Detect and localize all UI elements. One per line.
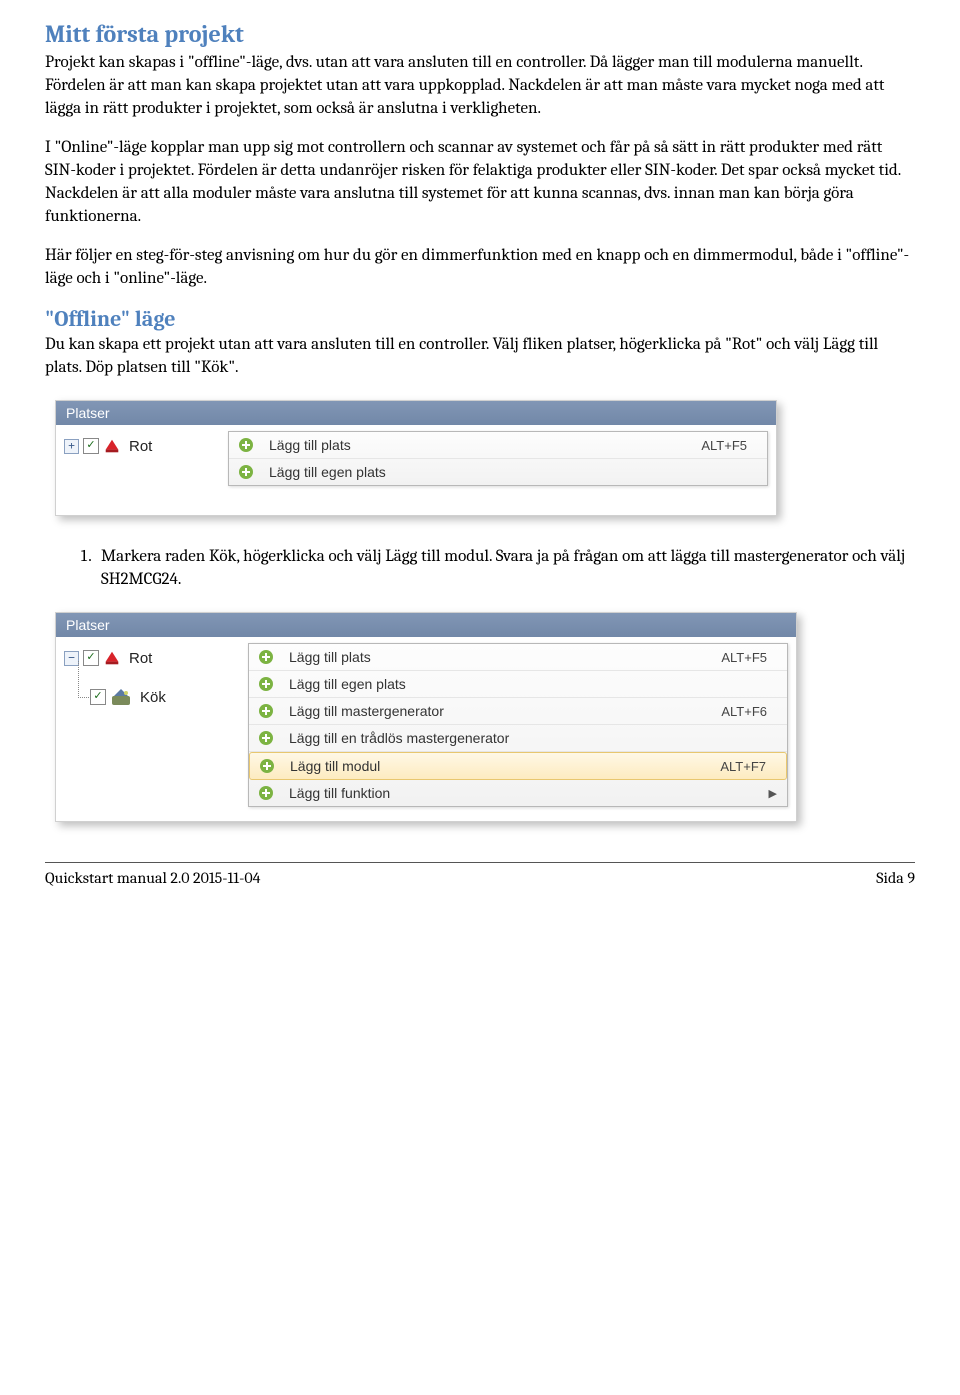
menu-label: Lägg till modul	[290, 758, 720, 774]
menu-label: Lägg till funktion	[289, 785, 769, 801]
footer-right: Sida 9	[876, 869, 915, 887]
panel-title: Platser	[56, 401, 776, 425]
checkbox[interactable]: ✓	[90, 689, 106, 705]
menu-item[interactable]: Lägg till modulALT+F7	[249, 752, 787, 780]
menu-label: Lägg till plats	[289, 649, 721, 665]
menu-label: Lägg till egen plats	[289, 676, 777, 692]
menu-shortcut: ALT+F5	[701, 438, 757, 453]
menu-item[interactable]: Lägg till en trådlös mastergenerator	[249, 725, 787, 752]
add-icon	[237, 463, 255, 481]
submenu-arrow-icon: ▶	[769, 787, 777, 800]
heading-first-project: Mitt första projekt	[45, 20, 915, 48]
add-icon	[257, 675, 275, 693]
heading-offline: "Offline" läge	[45, 306, 915, 332]
tree-label-root: Rot	[125, 438, 152, 455]
add-icon	[258, 757, 276, 775]
paragraph-intro: Projekt kan skapas i "offline"-läge, dvs…	[45, 52, 915, 121]
menu-item[interactable]: Lägg till platsALT+F5	[249, 644, 787, 671]
menu-label: Lägg till mastergenerator	[289, 703, 721, 719]
context-menu: Lägg till platsALT+F5 Lägg till egen plat…	[248, 643, 788, 807]
checkbox[interactable]: ✓	[83, 438, 99, 454]
add-icon	[257, 729, 275, 747]
footer-left: Quickstart manual 2.0 2015-11-04	[45, 869, 261, 887]
add-icon	[237, 436, 255, 454]
paragraph-guide: Här följer en steg-för-steg anvisning om…	[45, 245, 915, 291]
root-icon	[103, 437, 121, 455]
paragraph-offline-instructions: Du kan skapa ett projekt utan att vara a…	[45, 334, 915, 380]
menu-shortcut: ALT+F6	[721, 704, 777, 719]
menu-item[interactable]: Lägg till egen plats	[249, 671, 787, 698]
menu-item-add-place[interactable]: Lägg till plats ALT+F5	[229, 432, 767, 459]
step-1: Markera raden Kök, högerklicka och välj …	[95, 546, 915, 592]
paragraph-online: I "Online"-läge kopplar man upp sig mot …	[45, 137, 915, 229]
expand-icon[interactable]: +	[64, 439, 79, 454]
place-icon	[110, 686, 132, 708]
collapse-icon[interactable]: −	[64, 651, 79, 666]
screenshot-platser-root: Platser + ✓ Rot Lä	[55, 400, 777, 516]
menu-item[interactable]: Lägg till funktion▶	[249, 780, 787, 806]
menu-shortcut: ALT+F7	[720, 759, 776, 774]
screenshot-platser-kok: Platser − ✓ Rot ✓	[55, 612, 797, 822]
add-icon	[257, 702, 275, 720]
panel-title: Platser	[56, 613, 796, 637]
menu-label: Lägg till en trådlös mastergenerator	[289, 730, 777, 746]
menu-label: Lägg till egen plats	[269, 464, 747, 480]
menu-item[interactable]: Lägg till mastergeneratorALT+F6	[249, 698, 787, 725]
menu-label: Lägg till plats	[269, 437, 701, 453]
add-icon	[257, 784, 275, 802]
tree-row-kok[interactable]: ✓ Kök	[90, 684, 234, 710]
add-icon	[257, 648, 275, 666]
menu-shortcut: ALT+F5	[721, 650, 777, 665]
context-menu: Lägg till plats ALT+F5 Lägg till egen pl…	[228, 431, 768, 486]
tree-row-root[interactable]: + ✓ Rot	[64, 435, 214, 457]
menu-item-add-own-place[interactable]: Lägg till egen plats	[229, 459, 767, 485]
tree-label-root: Rot	[125, 650, 152, 667]
tree-label-kok: Kök	[136, 689, 166, 706]
root-icon	[103, 649, 121, 667]
